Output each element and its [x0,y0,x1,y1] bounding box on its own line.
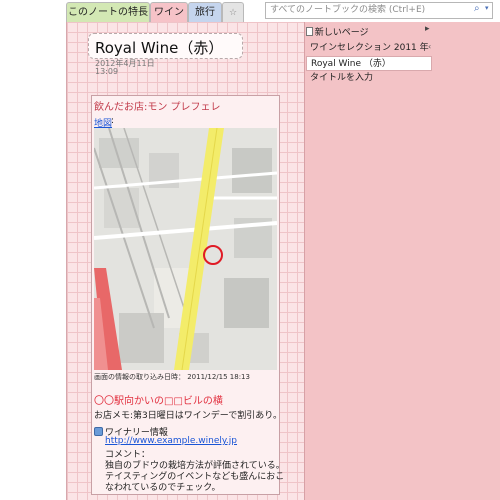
section-tab-bar: このノートの特長 ワイン 旅行 ☆ すべてのノートブックの検索 (Ctrl+E)… [0,0,500,22]
page-time: 13:09 [95,67,119,76]
tab-travel[interactable]: 旅行 [188,2,222,22]
page-title[interactable]: Royal Wine（赤） [95,37,223,58]
search-scope-dropdown-icon[interactable]: ▾ [485,4,489,12]
page-item-royal-wine[interactable]: Royal Wine （赤） [306,56,432,71]
tab-wine[interactable]: ワイン [150,2,188,22]
search-input[interactable]: すべてのノートブックの検索 (Ctrl+E) [265,2,493,19]
winery-link[interactable]: http://www.example.winely.jp [105,436,237,446]
page-item-untitled[interactable]: タイトルを入力 [306,71,432,86]
tab-notebook-features[interactable]: このノートの特長 [66,2,150,22]
new-page-button[interactable]: 新しいページ [309,25,369,38]
location-note[interactable]: 〇〇駅向かいの□□ビルの横 [94,392,223,407]
chevron-left-icon[interactable]: ‹ [428,42,431,51]
shop-name[interactable]: 飲んだお店:モン プレフェレ [94,98,221,113]
search-icon[interactable]: ⌕ [474,4,484,14]
page-item-wine-selection[interactable]: ワインセレクション 2011 年 [306,41,432,56]
onenote-window: このノートの特長 ワイン 旅行 ☆ すべてのノートブックの検索 (Ctrl+E)… [0,0,500,500]
new-section-tab[interactable]: ☆ [222,2,244,22]
map-link-colon: : [111,116,115,126]
shop-memo[interactable]: お店メモ:第3日曜日はワインデーで割引あり。 [94,408,282,421]
globe-icon [94,427,103,436]
page-list-panel [304,22,500,500]
map-capture-caption: 画面の情報の取り込み日時： 2011/12/15 18:13 [94,373,250,381]
comment-line[interactable]: なわれているのでチェック。 [105,480,221,493]
map-screenshot [94,128,277,370]
collapse-panel-icon[interactable]: ▸ [425,24,430,34]
new-page-label: 新しいページ [314,28,369,38]
